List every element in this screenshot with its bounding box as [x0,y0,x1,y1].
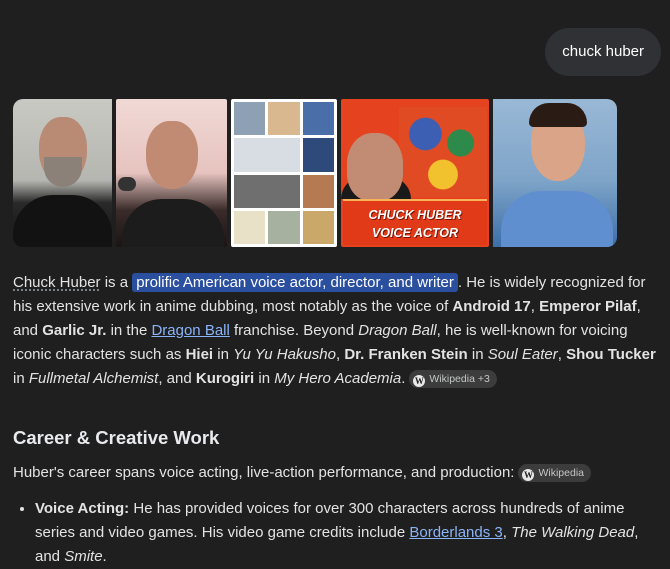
borderlands-link[interactable]: Borderlands 3 [409,524,502,541]
photo-detail [529,103,587,127]
thumbnail-caption: CHUCK HUBER VOICE ACTOR [343,199,487,245]
character-name: Garlic Jr. [42,322,107,339]
text-run: , and [158,370,196,387]
career-summary: Huber's career spans voice acting, live-… [13,461,661,485]
photo-detail [122,199,224,247]
text-run: in [254,370,275,387]
image-thumbnail-3[interactable] [231,99,337,247]
photo-detail [146,121,198,189]
photo-detail [44,157,82,187]
image-thumbnail-2[interactable] [116,99,227,247]
title-italic: Soul Eater [487,346,558,363]
image-thumbnail-1[interactable] [13,99,112,247]
text-run: is a [100,274,133,291]
section-heading: Career & Creative Work [13,427,220,448]
text-run: , [530,298,540,315]
career-list: Voice Acting: He has provided voices for… [13,497,661,569]
character-name: Hiei [185,346,214,363]
source-chip-label: Wikipedia +3 [429,373,490,385]
entity-name[interactable]: Chuck Huber [13,274,101,291]
text-run: in the [106,322,152,339]
image-thumbnail-4[interactable]: CHUCK HUBER VOICE ACTOR [341,99,489,247]
character-name: Kurogiri [195,370,255,387]
text-run: in [213,346,234,363]
text-run: in [13,370,29,387]
title-italic: Smite [64,548,103,565]
character-name: Emperor Pilaf [539,298,637,315]
title-italic: Yu Yu Hakusho [233,346,336,363]
user-query-bubble: chuck huber [545,28,661,76]
anime-characters-art [399,107,487,197]
microphone-detail [118,177,136,191]
wikipedia-w-icon: W [522,469,535,481]
dragon-ball-link[interactable]: Dragon Ball [151,322,229,339]
answer-content: Chuck Huber is a prolific American voice… [13,271,661,569]
text-run: in [467,346,488,363]
title-italic: My Hero Academia [274,370,402,387]
text-run: , [502,524,512,541]
photo-detail [347,133,403,201]
caption-line-1: CHUCK HUBER [368,208,462,222]
photo-detail [501,191,613,247]
title-italic: Dragon Ball [358,322,437,339]
image-thumbnail-5[interactable] [493,99,617,247]
intro-paragraph: Chuck Huber is a prolific American voice… [13,271,661,391]
text-run: , [557,346,567,363]
list-item: Voice Acting: He has provided voices for… [35,497,661,569]
text-run: Huber's career spans voice acting, live-… [13,464,515,481]
source-chip-label: Wikipedia [538,467,584,479]
caption-line-2: VOICE ACTOR [371,226,459,240]
character-name: Android 17 [452,298,531,315]
title-italic: Fullmetal Alchemist [28,370,159,387]
list-item-label: Voice Acting: [35,500,130,517]
wikipedia-w-icon: W [413,375,426,387]
text-run: . [102,548,107,565]
title-italic: The Walking Dead [511,524,635,541]
character-name: Dr. Franken Stein [344,346,468,363]
text-run: franchise. Beyond [229,322,359,339]
photo-detail [13,195,112,247]
source-chip[interactable]: W Wikipedia +3 [409,370,497,388]
source-chip[interactable]: W Wikipedia [518,464,591,482]
text-run: . [401,370,406,387]
character-name: Shou Tucker [566,346,656,363]
highlighted-phrase: prolific American voice actor, director,… [132,273,458,292]
character-collage [234,102,334,244]
